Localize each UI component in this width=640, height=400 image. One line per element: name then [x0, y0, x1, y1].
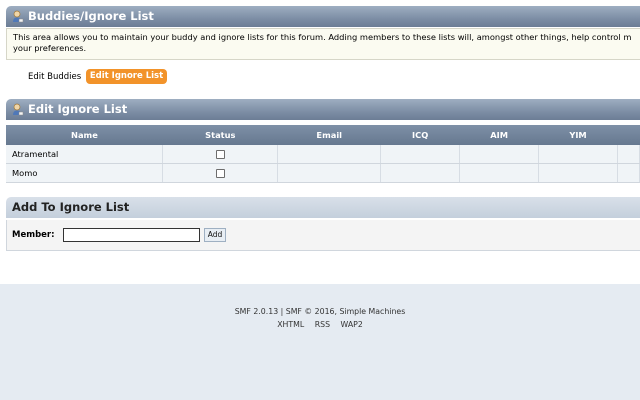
table-header-row: Name Status Email ICQ AIM YIM [6, 125, 640, 145]
status-cell [162, 163, 279, 183]
yim-cell [538, 163, 618, 183]
column-header-aim: AIM [459, 125, 539, 145]
intro-line-2: your preferences. [13, 43, 87, 53]
aim-cell [459, 145, 540, 164]
footer-link-xhtml[interactable]: XHTML [277, 320, 304, 329]
ignore-list-table: Name Status Email ICQ AIM YIM Atramental… [6, 125, 640, 183]
status-checkbox[interactable] [215, 169, 225, 178]
extra-cell [617, 145, 640, 164]
footer-copyright[interactable]: SMF 2.0.13 | SMF © 2016, Simple Machines [0, 307, 640, 316]
column-header-extra [617, 125, 640, 145]
intro-box: This area allows you to maintain your bu… [6, 28, 640, 60]
table-row: Momo [6, 163, 640, 183]
user-icon [13, 103, 24, 116]
tab-edit-buddies[interactable]: Edit Buddies [28, 72, 81, 82]
add-button[interactable]: Add [204, 228, 226, 242]
member-input[interactable] [63, 228, 200, 242]
column-header-email: Email [277, 125, 381, 145]
column-header-icq: ICQ [380, 125, 460, 145]
icq-cell [380, 145, 461, 164]
member-name[interactable]: Atramental [6, 145, 164, 164]
footer-link-rss[interactable]: RSS [315, 320, 330, 329]
yim-cell [538, 145, 618, 164]
intro-line-1: This area allows you to maintain your bu… [13, 32, 632, 42]
main-content: Buddies/Ignore List This area allows you… [0, 0, 640, 284]
extra-cell [617, 163, 640, 183]
section-header-edit-ignore: Edit Ignore List [6, 99, 640, 120]
section-title-add-ignore: Add To Ignore List [12, 200, 130, 214]
page-title: Buddies/Ignore List [28, 9, 154, 23]
status-checkbox[interactable] [215, 150, 225, 159]
column-header-status: Status [162, 125, 278, 145]
user-icon [13, 10, 24, 23]
add-member-form: Member: Add [6, 220, 640, 251]
table-row: Atramental [6, 145, 640, 164]
email-cell [277, 163, 382, 183]
footer: SMF 2.0.13 | SMF © 2016, Simple Machines… [0, 307, 640, 329]
member-name[interactable]: Momo [6, 163, 164, 183]
icq-cell [380, 163, 461, 183]
section-header-add-ignore: Add To Ignore List [6, 197, 640, 218]
column-header-yim: YIM [538, 125, 618, 145]
column-header-name: Name [6, 125, 163, 145]
section-title-edit-ignore: Edit Ignore List [28, 102, 128, 116]
footer-link-wap2[interactable]: WAP2 [341, 320, 363, 329]
tab-edit-ignore-list[interactable]: Edit Ignore List [86, 69, 167, 84]
member-label: Member: [12, 230, 55, 240]
status-cell [162, 145, 279, 164]
section-header-buddies-ignore: Buddies/Ignore List [6, 6, 640, 27]
footer-links: XHTML RSS WAP2 [0, 320, 640, 329]
aim-cell [459, 163, 540, 183]
email-cell [277, 145, 382, 164]
